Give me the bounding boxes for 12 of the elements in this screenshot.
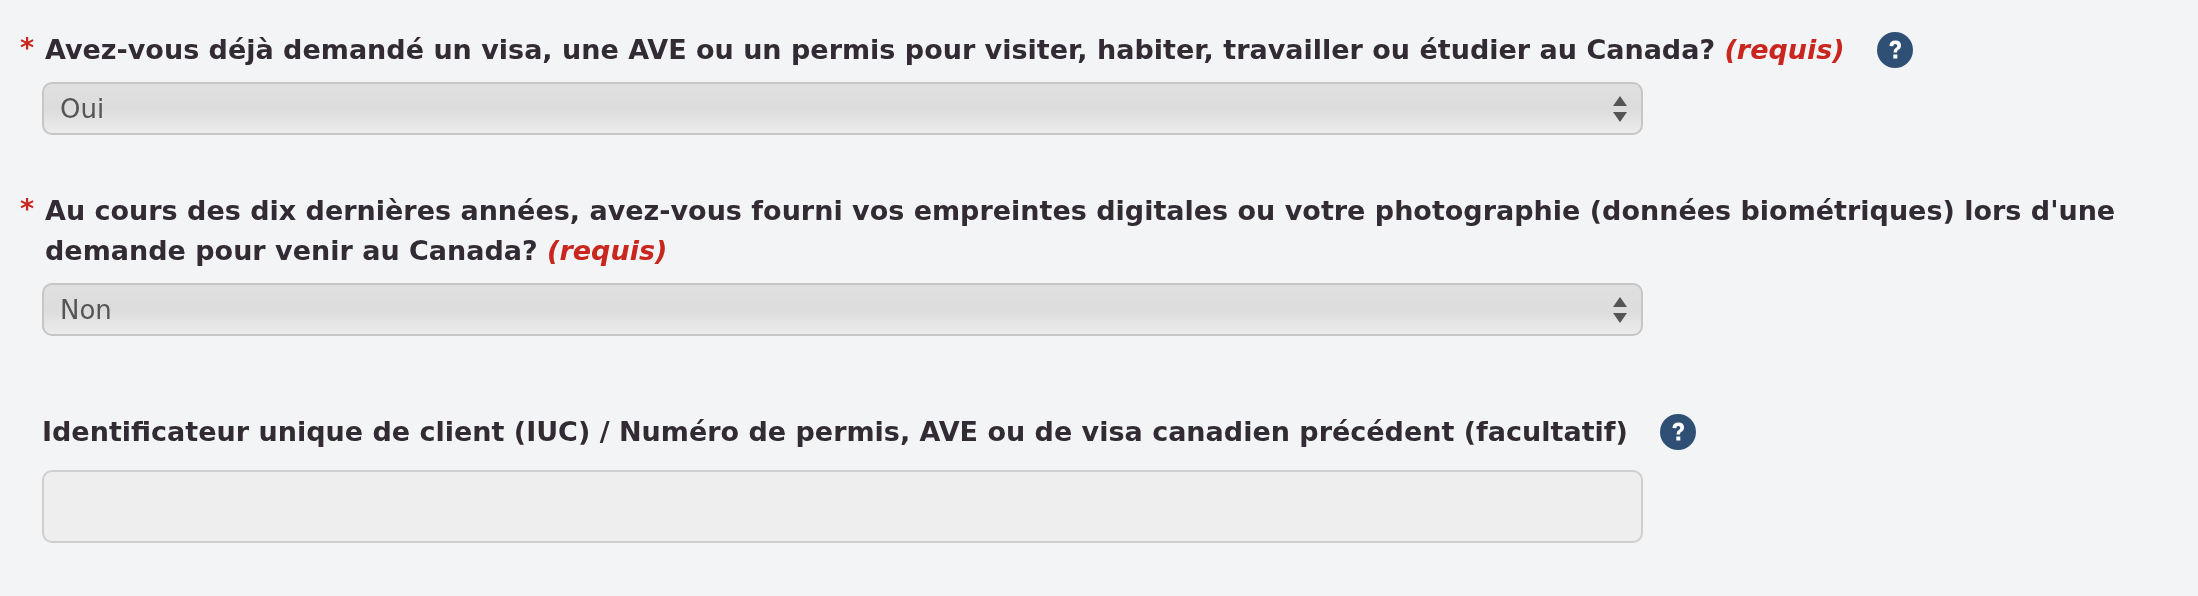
question-label: Avez-vous déjà demandé un visa, une AVE ou un permis pour visiter, habiter, travailler ou étudier au Canada? (requis) [45,33,1845,67]
dropdown[interactable]: Oui [42,82,1643,135]
help-icon[interactable] [1876,32,1913,68]
required-asterisk: * [20,192,36,226]
help-icon[interactable] [1659,414,1696,450]
dropdown[interactable]: Non [42,283,1643,336]
input-field[interactable] [42,470,1643,543]
required-asterisk: * [20,31,36,65]
question-label: Au cours des dix dernières années, avez-vous fourni vos empreintes digitales ou votre photographie (données biométriques) lors d'une demande pour venir au Canada? (requis) [45,194,2117,268]
updown-arrows-icon [1613,296,1627,323]
question-label: Identificateur unique de client (IUC) / Numéro de permis, AVE ou de visa canadien précédent (facultatif) [42,415,1628,449]
updown-arrows-icon [1613,95,1627,122]
